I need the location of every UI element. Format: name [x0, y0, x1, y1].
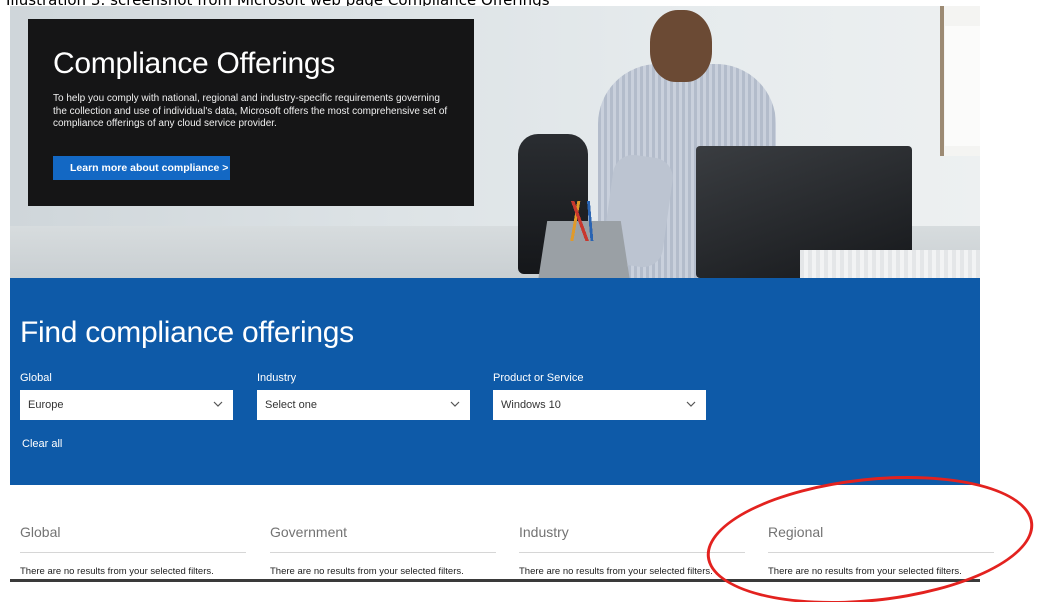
results-column-industry: Industry There are no results from your …: [519, 485, 749, 581]
results-column-global: Global There are no results from your se…: [20, 485, 250, 581]
hero-photo-keyboard: [800, 250, 980, 278]
filter-panel-title: Find compliance offerings: [20, 316, 354, 349]
results-empty-message: There are no results from your selected …: [768, 566, 962, 577]
results-divider: [20, 552, 246, 553]
chevron-down-icon: [213, 390, 223, 418]
hero-photo-shelf: [945, 26, 980, 146]
chevron-down-icon: [686, 390, 696, 418]
clear-all-link[interactable]: Clear all: [22, 437, 62, 451]
results-heading-government: Government: [270, 524, 348, 540]
results-column-government: Government There are no results from you…: [270, 485, 500, 581]
results-column-regional: Regional There are no results from your …: [768, 485, 998, 581]
results-divider: [519, 552, 745, 553]
results-heading-regional: Regional: [768, 524, 824, 540]
chevron-down-icon: [450, 390, 460, 418]
results-divider: [270, 552, 496, 553]
product-select[interactable]: Windows 10: [493, 390, 706, 420]
hero-photo-head: [650, 10, 712, 82]
industry-select-value: Select one: [265, 399, 317, 411]
hero-description: To help you comply with national, region…: [53, 93, 448, 129]
results-empty-message: There are no results from your selected …: [519, 566, 713, 577]
results-heading-industry: Industry: [519, 524, 569, 540]
learn-more-button[interactable]: Learn more about compliance >: [53, 156, 230, 180]
results-divider: [768, 552, 994, 553]
hero-banner: Compliance Offerings To help you comply …: [10, 6, 980, 278]
global-select-value: Europe: [28, 399, 64, 411]
filter-label-global: Global: [20, 372, 52, 384]
hero-title: Compliance Offerings: [53, 47, 335, 80]
results-heading-global: Global: [20, 524, 61, 540]
filter-label-product: Product or Service: [493, 372, 584, 384]
filter-label-industry: Industry: [257, 372, 297, 384]
product-select-value: Windows 10: [501, 399, 561, 411]
filter-panel: Find compliance offerings Global Europe …: [10, 278, 980, 485]
global-select[interactable]: Europe: [20, 390, 233, 420]
hero-promo-card: Compliance Offerings To help you comply …: [28, 19, 474, 206]
results-empty-message: There are no results from your selected …: [270, 566, 464, 577]
page-bottom-bar: [10, 579, 980, 582]
industry-select[interactable]: Select one: [257, 390, 470, 420]
hero-photo-pencils: [562, 201, 606, 241]
results-empty-message: There are no results from your selected …: [20, 566, 214, 577]
